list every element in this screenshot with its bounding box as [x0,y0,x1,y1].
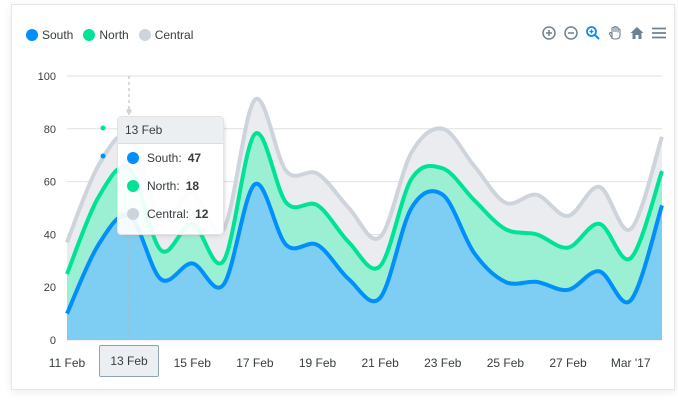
legend-label-north: North [99,28,129,42]
tooltip-row-north: North: 18 [118,172,223,200]
x-tick-label: Mar '17 [611,356,651,370]
menu-button[interactable] [650,24,668,42]
chart-tooltip: 13 Feb South: 47 North: 18 Central: 12 [117,116,224,235]
legend-marker-north [83,29,96,41]
selection-zoom-button[interactable] [584,24,602,42]
x-tick-label: 17 Feb [236,356,274,370]
zoom-out-icon [564,26,578,40]
hover-marker [100,125,106,131]
y-tick-label: 20 [44,282,56,294]
pan-button[interactable] [606,24,624,42]
x-tick-label: 25 Feb [487,356,525,370]
legend-label-south: South [42,28,74,42]
hover-marker [126,108,132,114]
tooltip-value-south: 47 [187,151,202,165]
reset-zoom-button[interactable] [628,24,646,42]
x-tick-label: 21 Feb [361,356,399,370]
y-tick-label: 60 [44,177,56,189]
menu-icon [652,27,666,39]
y-tick-label: 0 [50,335,56,347]
legend-item-north[interactable]: North [83,28,129,42]
legend-marker-south [26,29,38,41]
zoom-in-button[interactable] [540,24,558,42]
tooltip-row-south: South: 47 [118,144,223,172]
tooltip-marker-south [127,152,139,164]
tooltip-value-central: 12 [195,207,209,221]
x-tick-label: 23 Feb [424,356,462,370]
y-tick-label: 80 [44,124,56,136]
area-chart: 0 20 40 60 80 100 11 Feb 13 Feb 15 Feb 17 Feb 19 … [38,71,664,370]
tooltip-label-north: North: [147,179,180,193]
tooltip-marker-central [127,208,139,220]
y-tick-label: 100 [38,71,56,83]
x-tick-label: 15 Feb [174,356,212,370]
tooltip-label-central: Central: [147,207,190,221]
legend-marker-central [138,29,151,41]
tooltip-marker-north [127,180,139,192]
chart-toolbar [540,24,668,42]
hover-marker [100,153,106,159]
x-axis-tooltip: 13 Feb [99,345,159,377]
selection-zoom-icon [586,26,600,40]
tooltip-label-south: South: [147,151,182,165]
tooltip-title: 13 Feb [118,117,223,144]
legend-label-central: Central [154,28,194,42]
legend-item-south[interactable]: South [26,28,73,42]
x-tick-label: 27 Feb [549,356,587,370]
y-tick-label: 40 [44,229,56,241]
zoom-out-button[interactable] [562,24,580,42]
x-tick-label: 19 Feb [299,356,337,370]
tooltip-row-central: Central: 12 [118,200,223,228]
home-icon [630,27,644,39]
legend-item-central[interactable]: Central [138,28,194,42]
legend: South North Central [26,28,193,42]
zoom-in-icon [542,26,556,40]
x-tick-label: 11 Feb [49,356,86,370]
tooltip-value-north: 18 [185,179,200,193]
y-axis-ticks: 0 20 40 60 80 100 [38,71,56,347]
pan-icon [608,25,621,40]
